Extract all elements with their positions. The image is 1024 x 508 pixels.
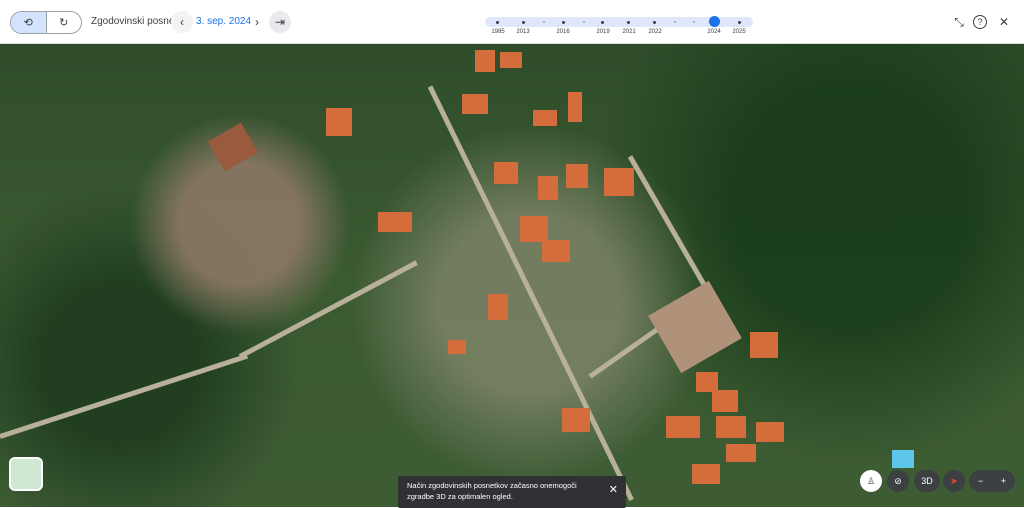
clock-icon: ↻ [59, 17, 69, 29]
timeline-year[interactable]: 2022 [648, 29, 661, 35]
road [627, 155, 708, 288]
timeline-year[interactable]: 2016 [556, 29, 569, 35]
skip-to-end-icon: ⇥ [274, 15, 286, 29]
timeline-current-marker[interactable] [709, 16, 720, 27]
timeline-tick[interactable] [627, 21, 630, 24]
road [238, 260, 418, 359]
building [500, 52, 522, 68]
layers-thumbnail[interactable] [9, 457, 43, 491]
chevron-left-icon: ‹ [180, 15, 184, 29]
compass-icon: ➤ [950, 475, 958, 486]
building [542, 240, 570, 262]
building [756, 422, 784, 442]
timeline-tick[interactable] [674, 21, 676, 23]
history-mode-button[interactable]: ⟲ [11, 12, 47, 33]
collapse-icon: ⤡ [954, 14, 964, 29]
building [568, 92, 582, 122]
current-date[interactable]: 3. sep. 2024 [196, 16, 251, 27]
latest-date-button[interactable]: ⇥ [269, 11, 291, 33]
chevron-right-icon: › [255, 15, 259, 29]
timeline-year[interactable]: 2021 [622, 29, 635, 35]
current-mode-button[interactable]: ↻ [47, 12, 82, 33]
timeline-tick[interactable] [738, 21, 741, 24]
rotate-button[interactable]: ⊘ [887, 470, 909, 492]
building [462, 94, 488, 114]
threed-label: 3D [921, 476, 933, 486]
threed-button[interactable]: 3D [914, 470, 940, 492]
close-icon: ✕ [998, 15, 1010, 29]
view-toggle[interactable]: ⟲ ↻ [10, 11, 82, 34]
building [475, 50, 495, 72]
timeline-tick[interactable] [583, 21, 585, 23]
construction-site [648, 280, 742, 374]
help-icon: ? [977, 17, 983, 27]
satellite-map[interactable] [0, 44, 1024, 507]
timeline-year[interactable]: 2013 [516, 29, 529, 35]
zoom-control: − + [969, 470, 1015, 492]
compass-button[interactable]: ➤ [943, 470, 965, 492]
previous-date-button[interactable]: ‹ [171, 11, 193, 33]
building [566, 164, 588, 188]
swimming-pool [892, 450, 914, 468]
building [488, 294, 508, 320]
timeline-year[interactable]: 1985 [491, 29, 504, 35]
building [448, 340, 466, 354]
timeline-tick[interactable] [601, 21, 604, 24]
close-icon[interactable]: ✕ [609, 485, 618, 496]
street-view-button[interactable]: ♙ [860, 470, 882, 492]
timeline-year[interactable]: 2025 [732, 29, 745, 35]
zoom-in-button[interactable]: + [1001, 476, 1006, 486]
building [696, 372, 718, 392]
building [538, 176, 558, 200]
zoom-out-button[interactable]: − [978, 476, 983, 486]
building [378, 212, 412, 232]
building [562, 408, 590, 432]
notice-toast: Način zgodovinskih posnetkov začasno one… [398, 476, 626, 508]
building [712, 390, 738, 412]
timeline-tick[interactable] [693, 21, 695, 23]
pegman-icon: ♙ [866, 475, 876, 486]
road [427, 85, 634, 502]
building [716, 416, 746, 438]
timeline-slider[interactable] [485, 16, 753, 27]
road [0, 353, 249, 439]
historical-imagery-bar: ⟲ ↻ Zgodovinski posnetki ‹ 3. sep. 2024 … [0, 0, 1024, 44]
rotate-icon: ⊘ [894, 475, 902, 486]
building [604, 168, 634, 196]
timeline-tick[interactable] [543, 21, 545, 23]
field [208, 122, 258, 172]
timeline-tick[interactable] [496, 21, 499, 24]
building [666, 416, 700, 438]
help-button[interactable]: ? [973, 15, 987, 29]
timeline-tick[interactable] [522, 21, 525, 24]
building [750, 332, 778, 358]
notice-text: Način zgodovinskih posnetkov začasno one… [407, 481, 577, 501]
building [520, 216, 548, 242]
history-icon: ⟲ [23, 17, 33, 29]
timeline-year[interactable]: 2024 [707, 29, 720, 35]
timeline-tick[interactable] [653, 21, 656, 24]
building [494, 162, 518, 184]
close-button[interactable]: ✕ [996, 14, 1012, 30]
building [533, 110, 557, 126]
building [326, 108, 352, 136]
timeline-year[interactable]: 2019 [596, 29, 609, 35]
timeline-tick[interactable] [562, 21, 565, 24]
building [692, 464, 720, 484]
collapse-button[interactable]: ⤡ [951, 14, 967, 30]
next-date-button[interactable]: › [246, 11, 268, 33]
building [726, 444, 756, 462]
